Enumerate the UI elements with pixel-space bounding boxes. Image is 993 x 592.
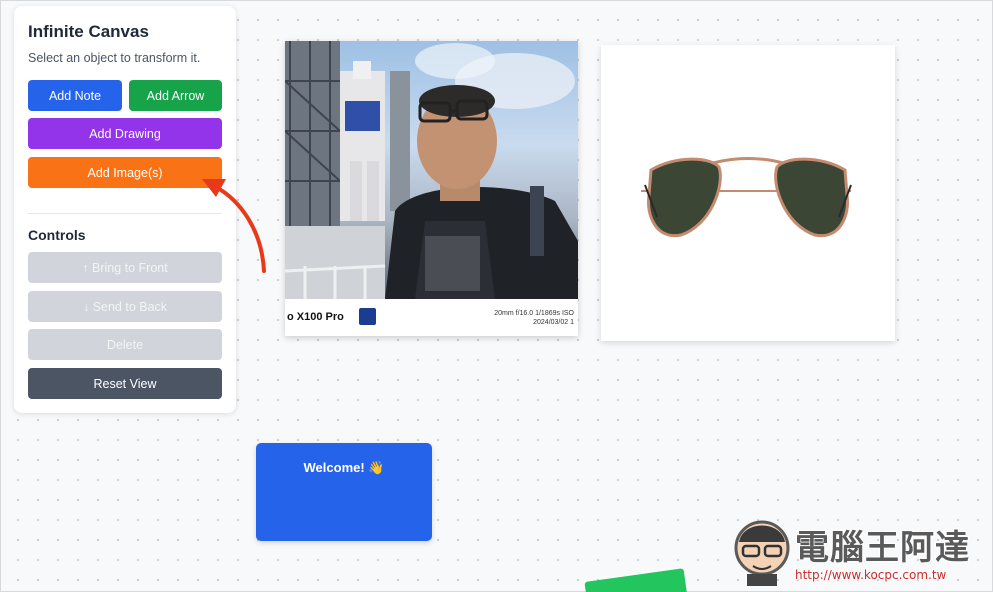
add-arrow-button[interactable]: Add Arrow: [129, 80, 222, 111]
annotation-arrow: [202, 179, 266, 273]
send-to-back-button[interactable]: ↓ Send to Back: [28, 291, 222, 322]
zeiss-logo-icon: [359, 308, 376, 325]
reset-view-button[interactable]: Reset View: [28, 368, 222, 399]
welcome-note[interactable]: Welcome! 👋: [256, 443, 432, 541]
sunglasses-image-object[interactable]: [601, 45, 895, 341]
photo-image-object[interactable]: o X100 Pro 20mm f/16.0 1/1869s ISO 2024/…: [285, 41, 578, 336]
panel-subtitle: Select an object to transform it.: [28, 51, 201, 65]
selfie-photo: [285, 41, 578, 299]
green-arrow-object[interactable]: [584, 568, 688, 592]
photo-watermark-strip: o X100 Pro 20mm f/16.0 1/1869s ISO 2024/…: [285, 299, 578, 336]
camera-brand-text: o X100 Pro: [287, 311, 344, 323]
add-drawing-button[interactable]: Add Drawing: [28, 118, 222, 149]
add-images-button[interactable]: Add Image(s): [28, 157, 222, 188]
exif-info: 20mm f/16.0 1/1869s ISO 2024/03/02 1: [494, 309, 574, 327]
sunglasses-icon: [641, 157, 852, 238]
exif-line-1: 20mm f/16.0 1/1869s ISO: [494, 310, 574, 317]
panel-title: Infinite Canvas: [28, 22, 149, 41]
watermark-url: http://www.kocpc.com.tw: [795, 568, 947, 582]
delete-button[interactable]: Delete: [28, 329, 222, 360]
exif-line-2: 2024/03/02 1: [533, 319, 574, 326]
site-watermark: 電腦王阿達 http://www.kocpc.com.tw: [729, 514, 989, 589]
add-note-button[interactable]: Add Note: [28, 80, 122, 111]
controls-heading: Controls: [28, 227, 86, 243]
watermark-title: 電腦王阿達: [795, 528, 970, 568]
mascot-logo-icon: [734, 520, 790, 586]
divider: [28, 213, 222, 214]
bring-to-front-button[interactable]: ↑ Bring to Front: [28, 252, 222, 283]
